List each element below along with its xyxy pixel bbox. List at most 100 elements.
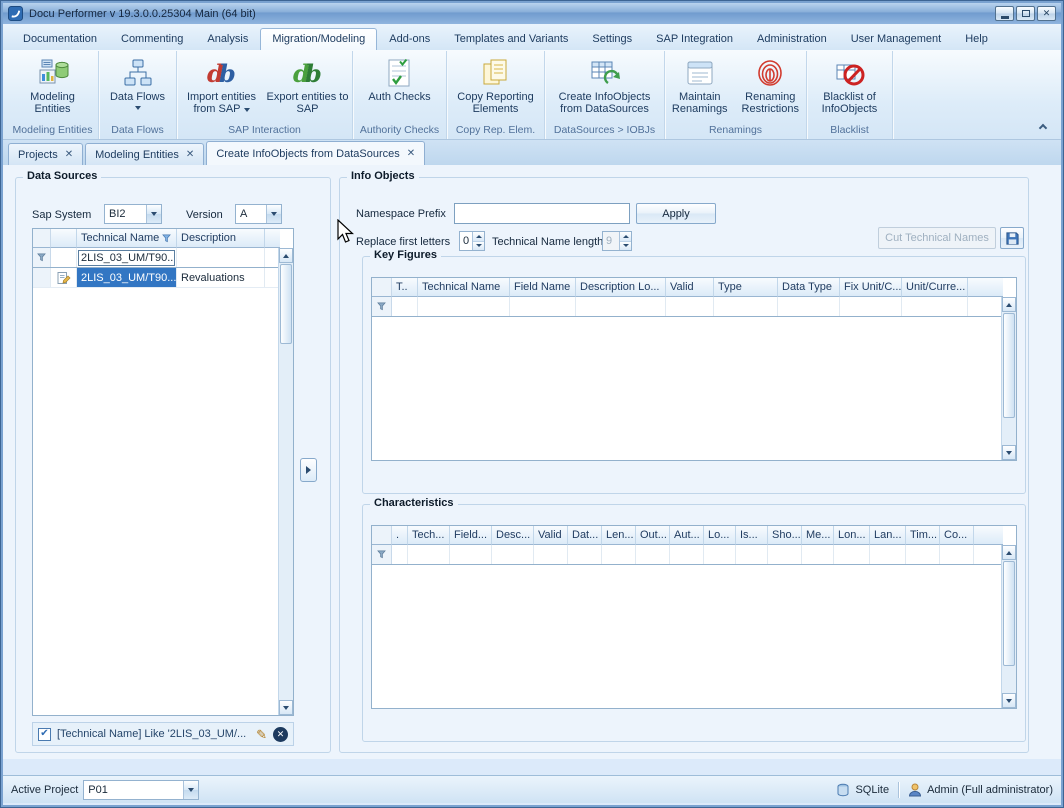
copy-reporting-elements-button[interactable]: Copy Reporting Elements xyxy=(450,55,542,117)
column-header[interactable]: Me... xyxy=(802,526,834,545)
apply-button[interactable]: Apply xyxy=(636,203,716,224)
import-entities-button[interactable]: db Import entities from SAP xyxy=(180,55,264,117)
tab-settings[interactable]: Settings xyxy=(580,28,644,50)
filter-cell[interactable] xyxy=(492,545,534,564)
filter-cell[interactable] xyxy=(940,545,974,564)
tab-administration[interactable]: Administration xyxy=(745,28,839,50)
column-header[interactable]: Desc... xyxy=(492,526,534,545)
filter-cell[interactable] xyxy=(51,248,77,267)
filter-cell[interactable] xyxy=(714,297,778,316)
dropdown-button[interactable] xyxy=(183,781,198,799)
column-header-description[interactable]: Description xyxy=(177,229,265,248)
active-project-select[interactable]: P01 xyxy=(83,780,199,800)
tab-documentation[interactable]: Documentation xyxy=(11,28,109,50)
filter-cell[interactable] xyxy=(666,297,714,316)
spinner-up-button[interactable] xyxy=(473,232,484,241)
column-header-technical-name[interactable]: Technical Name xyxy=(77,229,177,248)
column-header[interactable]: Dat... xyxy=(568,526,602,545)
close-tab-icon[interactable]: ✕ xyxy=(407,148,415,159)
title-bar[interactable]: Docu Performer v 19.3.0.0.25304 Main (64… xyxy=(3,3,1061,24)
tab-migration-modeling[interactable]: Migration/Modeling xyxy=(260,28,377,50)
scroll-thumb[interactable] xyxy=(1003,561,1015,666)
column-header[interactable]: Co... xyxy=(940,526,974,545)
vertical-scrollbar[interactable] xyxy=(278,248,293,715)
filter-cell[interactable] xyxy=(602,545,636,564)
filter-cell[interactable] xyxy=(408,545,450,564)
filter-cell[interactable] xyxy=(736,545,768,564)
column-header[interactable]: Valid xyxy=(534,526,568,545)
filter-cell[interactable] xyxy=(568,545,602,564)
column-header[interactable]: Fix Unit/C... xyxy=(840,278,902,297)
auto-filter-row[interactable] xyxy=(372,297,1003,317)
auto-filter-row[interactable]: 2LIS_03_UM/T90... xyxy=(33,248,280,268)
filter-cell[interactable] xyxy=(778,297,840,316)
column-header[interactable]: Description Lo... xyxy=(576,278,666,297)
edit-filter-icon[interactable]: ✎ xyxy=(256,728,267,741)
filter-cell[interactable] xyxy=(534,545,568,564)
filter-editor[interactable]: 2LIS_03_UM/T90... xyxy=(78,250,175,266)
spinner-down-button[interactable] xyxy=(473,241,484,251)
save-button[interactable] xyxy=(1000,227,1024,249)
renaming-restrictions-button[interactable]: Renaming Restrictions xyxy=(736,55,806,117)
key-figures-grid[interactable]: T.. Technical Name Field Name Descriptio… xyxy=(371,277,1017,461)
filter-cell[interactable] xyxy=(834,545,870,564)
filter-funnel-icon[interactable] xyxy=(162,234,171,243)
column-header[interactable]: Field... xyxy=(450,526,492,545)
filter-cell[interactable] xyxy=(418,297,510,316)
filter-cell[interactable] xyxy=(840,297,902,316)
close-tab-icon[interactable]: ✕ xyxy=(65,149,73,160)
version-select[interactable]: A xyxy=(235,204,282,224)
filter-cell-technical-name[interactable]: 2LIS_03_UM/T90... xyxy=(77,248,177,267)
vertical-scrollbar[interactable] xyxy=(1001,545,1016,708)
tab-commenting[interactable]: Commenting xyxy=(109,28,195,50)
clear-filter-button[interactable]: ✕ xyxy=(273,727,288,742)
column-header[interactable]: Tech... xyxy=(408,526,450,545)
close-button[interactable]: ✕ xyxy=(1037,6,1056,21)
scroll-up-button[interactable] xyxy=(1002,545,1016,560)
data-flows-button[interactable]: Data Flows xyxy=(102,55,174,112)
filter-cell[interactable] xyxy=(636,545,670,564)
scroll-up-button[interactable] xyxy=(1002,297,1016,312)
auto-filter-row[interactable] xyxy=(372,545,1003,565)
column-header[interactable]: Sho... xyxy=(768,526,802,545)
filter-cell[interactable] xyxy=(902,297,968,316)
column-header[interactable]: Technical Name xyxy=(418,278,510,297)
filter-expression[interactable]: [Technical Name] Like '2LIS_03_UM/... xyxy=(57,728,250,740)
icon-column-header[interactable] xyxy=(51,229,77,248)
vertical-scrollbar[interactable] xyxy=(1001,297,1016,460)
filter-cell[interactable] xyxy=(870,545,906,564)
namespace-prefix-input[interactable] xyxy=(454,203,630,224)
cell-technical-name[interactable]: 2LIS_03_UM/T90... xyxy=(77,268,177,287)
modeling-entities-button[interactable]: Modeling Entities xyxy=(11,55,95,117)
dropdown-button[interactable] xyxy=(146,205,161,223)
doc-tab-modeling-entities[interactable]: Modeling Entities ✕ xyxy=(85,143,204,165)
dropdown-button[interactable] xyxy=(266,205,281,223)
filter-cell[interactable] xyxy=(392,545,408,564)
doc-tab-create-infoobjects[interactable]: Create InfoObjects from DataSources ✕ xyxy=(206,141,425,165)
maximize-button[interactable] xyxy=(1016,6,1035,21)
database-label[interactable]: SQLite xyxy=(855,784,889,796)
filter-cell[interactable] xyxy=(768,545,802,564)
current-user-label[interactable]: Admin (Full administrator) xyxy=(927,784,1053,796)
column-header[interactable]: Lan... xyxy=(870,526,906,545)
filter-cell[interactable] xyxy=(670,545,704,564)
filter-enabled-checkbox[interactable]: ✔ xyxy=(38,728,51,741)
scroll-thumb[interactable] xyxy=(280,264,292,344)
transfer-right-button[interactable] xyxy=(300,458,317,482)
spinner-value[interactable]: 0 xyxy=(460,232,472,250)
characteristics-grid[interactable]: . Tech... Field... Desc... Valid Dat... … xyxy=(371,525,1017,709)
column-header[interactable]: Lon... xyxy=(834,526,870,545)
table-row[interactable]: 2LIS_03_UM/T90... Revaluations xyxy=(33,268,280,288)
scroll-thumb[interactable] xyxy=(1003,313,1015,418)
column-header[interactable]: Data Type xyxy=(778,278,840,297)
blacklist-infoobjects-button[interactable]: Blacklist of InfoObjects xyxy=(810,55,890,117)
tab-analysis[interactable]: Analysis xyxy=(195,28,260,50)
minimize-button[interactable] xyxy=(995,6,1014,21)
ribbon-collapse-button[interactable] xyxy=(1035,119,1051,133)
cell-description[interactable]: Revaluations xyxy=(177,268,265,287)
scroll-down-button[interactable] xyxy=(1002,445,1016,460)
column-header[interactable]: Is... xyxy=(736,526,768,545)
replace-first-letters-spinner[interactable]: 0 xyxy=(459,231,485,251)
doc-tab-projects[interactable]: Projects ✕ xyxy=(8,143,83,165)
filter-cell[interactable] xyxy=(576,297,666,316)
